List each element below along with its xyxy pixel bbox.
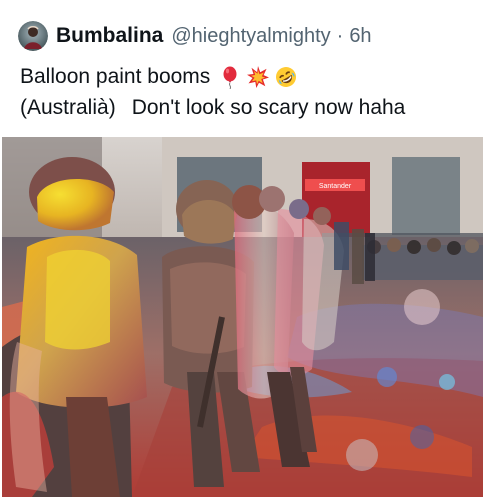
tweet-comment-text: Don't look so scary now haha <box>131 96 406 119</box>
timestamp[interactable]: 6h <box>349 25 371 48</box>
tweet-card[interactable]: Bumbalina @hieghtyalmighty · 6h Balloon … <box>0 0 500 497</box>
tweet-text-line-1: Balloon paint booms <box>20 61 485 92</box>
display-name[interactable]: Bumbalina <box>56 24 163 48</box>
avatar[interactable] <box>18 21 48 51</box>
tweet-text-line-2: (Australià) Don't look so scary now haha <box>20 92 485 123</box>
collision-emoji <box>247 65 270 88</box>
user-handle[interactable]: @hieghtyalmighty <box>171 25 330 48</box>
tweet-header: Bumbalina @hieghtyalmighty · 6h <box>18 20 372 52</box>
svg-text:Santander: Santander <box>319 183 352 190</box>
rolling-on-floor-laughing-emoji <box>276 66 297 87</box>
separator-dot: · <box>336 24 344 47</box>
tweet-text-first-line: Balloon paint booms <box>20 65 211 88</box>
tweet-location-text: (Australià) <box>20 96 116 119</box>
tweet-text: Balloon paint booms (Australià) Don't lo… <box>20 61 485 123</box>
tweet-photo[interactable]: Santander <box>2 137 483 497</box>
balloon-emoji <box>223 66 237 89</box>
